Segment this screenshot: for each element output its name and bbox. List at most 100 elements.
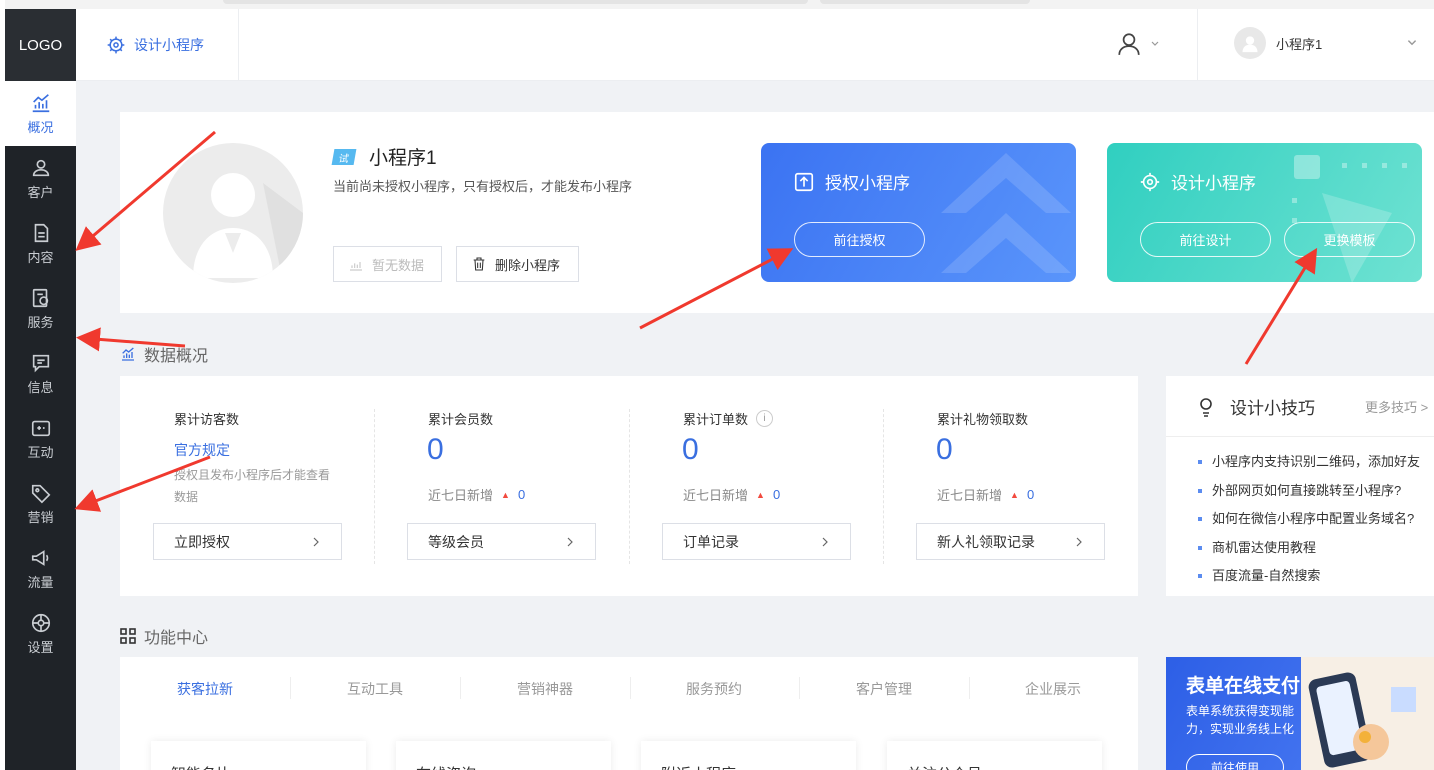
label-text: 累计订单数 (683, 412, 749, 427)
tip-item[interactable]: 小程序内支持识别二维码，添加好友 (1198, 448, 1420, 477)
tip-item[interactable]: 百度流量-自然搜索 (1198, 562, 1420, 591)
avatar (1234, 27, 1266, 59)
sidebar-item-traffic[interactable]: 流量 (5, 536, 76, 601)
chevron-right-icon (313, 537, 319, 546)
go-design-button[interactable]: 前往设计 (1140, 222, 1271, 257)
change-template-button[interactable]: 更换模板 (1284, 222, 1415, 257)
tab-enterprise-showcase[interactable]: 企业展示 (968, 679, 1138, 699)
tab-interaction-tools[interactable]: 互动工具 (290, 679, 460, 699)
message-icon (32, 354, 49, 372)
stat-label: 累计礼物领取数 (937, 412, 1029, 427)
trash-icon (473, 257, 485, 271)
sidebar-item-interaction[interactable]: 互动 (5, 406, 76, 471)
stat-value: 0 (682, 433, 699, 466)
gear-icon (107, 36, 125, 54)
promo-button[interactable]: 前往使用 (1186, 754, 1284, 770)
design-card: 设计小程序 前往设计 更换模板 (1107, 143, 1422, 282)
account-name: 小程序1 (1276, 36, 1323, 52)
sidebar-item-label: 客户 (27, 184, 54, 200)
sub-label: 近七日新增 (428, 488, 494, 503)
sidebar-item-message[interactable]: 信息 (5, 341, 76, 406)
function-card[interactable]: 在线咨询 (396, 741, 611, 770)
function-card[interactable]: 智能名片 (151, 741, 366, 770)
authorize-now-button[interactable]: 立即授权 (153, 523, 342, 560)
sidebar-item-label: 内容 (27, 249, 54, 265)
delete-label: 删除小程序 (495, 257, 561, 273)
go-authorize-button[interactable]: 前往授权 (794, 222, 925, 257)
stat-sub: 近七日新增 ▲ 0 (428, 485, 525, 504)
user-menu[interactable] (1116, 31, 1160, 57)
section-title: 功能中心 (144, 630, 209, 647)
trial-badge: 试 (331, 148, 357, 165)
member-level-button[interactable]: 等级会员 (407, 523, 596, 560)
function-card[interactable]: 关注公众号 (887, 741, 1102, 770)
sidebar-item-customer[interactable]: 客户 (5, 146, 76, 211)
tab-customer-management[interactable]: 客户管理 (799, 679, 969, 699)
sidebar: LOGO 概况 客户 内容 服务 信息 互动 营销 流量 设置 (5, 9, 76, 770)
chevron-down-icon[interactable] (1406, 37, 1418, 49)
miniprogram-title-row: 试 小程序1 (331, 143, 437, 170)
data-overview-title: 数据概况 (120, 342, 208, 366)
tab-customer-acquisition[interactable]: 获客拉新 (120, 679, 290, 699)
button-label: 等级会员 (428, 533, 484, 550)
function-card[interactable]: 附近小程序 (641, 741, 856, 770)
authorize-title: 授权小程序 (793, 169, 910, 194)
stat-sub: 近七日新增 ▲ 0 (683, 485, 780, 504)
function-center-title: 功能中心 (120, 624, 208, 648)
tips-header: 设计小技巧 (1198, 394, 1315, 419)
delete-miniprogram-button[interactable]: 删除小程序 (456, 246, 579, 282)
grid-icon (120, 628, 136, 644)
delta-value: 0 (517, 487, 526, 502)
tab-label: 设计小程序 (134, 37, 204, 53)
official-rules-link[interactable]: 官方规定 (174, 440, 230, 460)
sidebar-item-marketing[interactable]: 营销 (5, 471, 76, 536)
section-title: 数据概况 (144, 348, 209, 365)
top-header: 设计小程序 小程序1 (76, 9, 1434, 81)
more-tips-link[interactable]: 更多技巧 > (1365, 397, 1428, 416)
arrow-decoration (941, 153, 1071, 273)
sidebar-item-overview[interactable]: 概况 (5, 81, 76, 146)
sidebar-item-label: 互动 (27, 444, 54, 460)
sidebar-item-label: 概况 (27, 119, 54, 135)
user-icon (1118, 33, 1140, 55)
order-records-button[interactable]: 订单记录 (662, 523, 851, 560)
tip-item[interactable]: 外部网页如何直接跳转至小程序? (1198, 477, 1420, 506)
account-switcher[interactable]: 小程序1 (1234, 27, 1322, 59)
chart-icon (32, 93, 49, 112)
stat-label: 累计会员数 (428, 412, 494, 427)
tab-marketing[interactable]: 营销神器 (460, 679, 630, 699)
user-icon (32, 159, 49, 176)
divider (1166, 436, 1434, 437)
button-label: 立即授权 (174, 533, 230, 550)
stat-value: 0 (936, 433, 953, 466)
no-data-button[interactable]: 暂无数据 (333, 246, 442, 282)
stat-orders: 累计订单数 i 0 近七日新增 ▲ 0 订单记录 (629, 409, 883, 564)
gift-records-button[interactable]: 新人礼领取记录 (916, 523, 1105, 560)
miniprogram-name: 小程序1 (369, 148, 437, 169)
design-title: 设计小程序 (1139, 169, 1256, 194)
stat-sub: 近七日新增 ▲ 0 (937, 485, 1034, 504)
triangle-up-icon: ▲ (501, 489, 510, 500)
tip-item[interactable]: 如何在微信小程序中配置业务域名? (1198, 505, 1420, 534)
miniprogram-avatar (163, 143, 303, 283)
sidebar-item-content[interactable]: 内容 (5, 211, 76, 276)
header-divider (1197, 9, 1198, 81)
button-label: 订单记录 (683, 533, 739, 550)
logo[interactable]: LOGO (5, 9, 76, 81)
stats-panel: 累计访客数 官方规定 授权且发布小程序后才能查看数据 立即授权 累计会员数 0 … (120, 376, 1138, 596)
gear-icon (31, 613, 50, 632)
chevron-right-icon (1076, 537, 1082, 546)
stat-label: 累计访客数 (174, 412, 240, 427)
sidebar-item-service[interactable]: 服务 (5, 276, 76, 341)
sidebar-item-label: 设置 (27, 639, 54, 655)
info-icon[interactable]: i (756, 410, 774, 427)
tip-item[interactable]: 商机雷达使用教程 (1198, 534, 1420, 563)
tag-icon (31, 484, 50, 503)
tab-service-booking[interactable]: 服务预约 (629, 679, 799, 699)
promo-banner[interactable]: 表单在线支付 表单系统获得变现能力，实现业务线上化 前往使用 (1166, 657, 1434, 770)
design-tips-panel: 设计小技巧 更多技巧 > 小程序内支持识别二维码，添加好友 外部网页如何直接跳转… (1166, 376, 1434, 596)
sidebar-item-settings[interactable]: 设置 (5, 601, 76, 666)
rule-text: 授权且发布小程序后才能查看数据 (174, 468, 331, 504)
tab-design-miniprogram[interactable]: 设计小程序 (76, 9, 239, 81)
sidebar-item-label: 流量 (27, 574, 54, 590)
